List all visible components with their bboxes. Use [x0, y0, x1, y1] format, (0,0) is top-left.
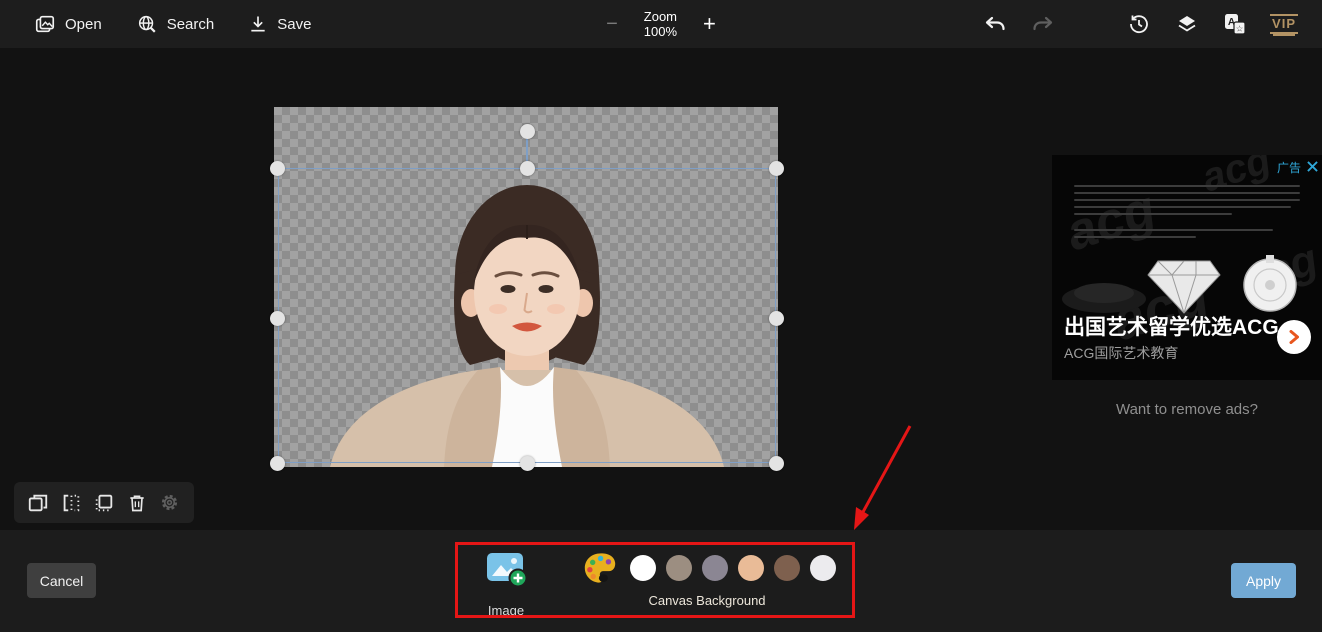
toolbar-right-group: A ☆ VIP [982, 0, 1322, 48]
handle-top-right[interactable] [769, 161, 784, 176]
translate-star: ☆ [1236, 24, 1244, 34]
handle-top-center[interactable] [520, 161, 535, 176]
canvas[interactable] [274, 107, 778, 467]
save-download-icon [248, 14, 268, 34]
handle-bottom-left[interactable] [270, 456, 285, 471]
zoom-label: Zoom [644, 9, 677, 24]
selection-box[interactable] [278, 168, 776, 463]
search-label: Search [167, 16, 215, 33]
zoom-value: 100% [644, 24, 677, 39]
zoom-out-button[interactable]: − [606, 13, 618, 36]
canvas-bg-swatch-4[interactable] [774, 555, 800, 581]
handle-middle-left[interactable] [270, 311, 285, 326]
duplicate-icon[interactable] [26, 491, 50, 515]
open-label: Open [65, 16, 102, 33]
handle-top-left[interactable] [270, 161, 285, 176]
flip-horizontal-icon[interactable] [59, 491, 83, 515]
footer-bar: Cancel Apply Image [0, 530, 1322, 632]
search-globe-icon [136, 13, 158, 35]
open-image-icon [34, 13, 56, 35]
save-label: Save [277, 16, 311, 33]
canvas-bg-swatch-0[interactable] [630, 555, 656, 581]
redo-icon[interactable] [1030, 11, 1056, 37]
palette-icon[interactable] [582, 551, 618, 585]
canvas-bg-swatch-1[interactable] [666, 555, 692, 581]
handle-bottom-right[interactable] [769, 456, 784, 471]
swatch-row [630, 555, 836, 581]
ad-subline: ACG国际艺术教育 [1064, 343, 1178, 363]
undo-icon[interactable] [982, 11, 1008, 37]
canvas-bg-swatch-2[interactable] [702, 555, 728, 581]
image-option-label: Image [482, 603, 530, 618]
canvas-background-group: Canvas Background [582, 551, 832, 608]
reposition-icon[interactable] [92, 491, 116, 515]
annotation-arrow [840, 418, 930, 543]
handle-middle-right[interactable] [769, 311, 784, 326]
delete-icon[interactable] [125, 491, 149, 515]
handle-bottom-center[interactable] [520, 456, 535, 471]
toolbar-left-group: Open Search Save [0, 13, 311, 35]
zoom-level: Zoom 100% [644, 9, 677, 39]
zoom-in-button[interactable]: + [703, 11, 716, 37]
photo-editor-app: Open Search Save − Zoom 100% + [0, 0, 1322, 632]
save-button[interactable]: Save [248, 14, 311, 34]
ad-banner[interactable]: acg acg acg acg 广告 出国艺术留学优选ACG AC [1052, 155, 1322, 380]
search-button[interactable]: Search [136, 13, 215, 35]
settings-gear-icon[interactable] [158, 491, 182, 515]
translate-icon[interactable]: A ☆ [1222, 11, 1248, 37]
canvas-bg-swatch-3[interactable] [738, 555, 764, 581]
top-toolbar: Open Search Save − Zoom 100% + [0, 0, 1322, 48]
canvas-bg-swatch-5[interactable] [810, 555, 836, 581]
canvas-background-panel: Image [458, 545, 852, 615]
ad-close-icon[interactable] [1307, 161, 1318, 175]
ad-product-images [1052, 233, 1322, 319]
remove-ads-link[interactable]: Want to remove ads? [1052, 401, 1322, 418]
history-icon[interactable] [1126, 11, 1152, 37]
ad-headline: 出国艺术留学优选ACG [1064, 311, 1279, 341]
image-background-option[interactable]: Image [482, 551, 530, 618]
canvas-background-label: Canvas Background [582, 593, 832, 608]
ad-badge-row: 广告 [1277, 159, 1318, 176]
apply-button[interactable]: Apply [1231, 563, 1296, 598]
ad-badge-label: 广告 [1277, 159, 1301, 176]
chevron-right-icon [1288, 330, 1300, 344]
open-button[interactable]: Open [34, 13, 102, 35]
add-image-icon [485, 576, 527, 593]
layers-icon[interactable] [1174, 11, 1200, 37]
ad-cta-button[interactable] [1277, 320, 1311, 354]
rotation-handle[interactable] [520, 124, 535, 139]
vip-badge[interactable]: VIP [1270, 14, 1298, 34]
cancel-button[interactable]: Cancel [27, 563, 96, 598]
object-toolbar [14, 482, 194, 523]
